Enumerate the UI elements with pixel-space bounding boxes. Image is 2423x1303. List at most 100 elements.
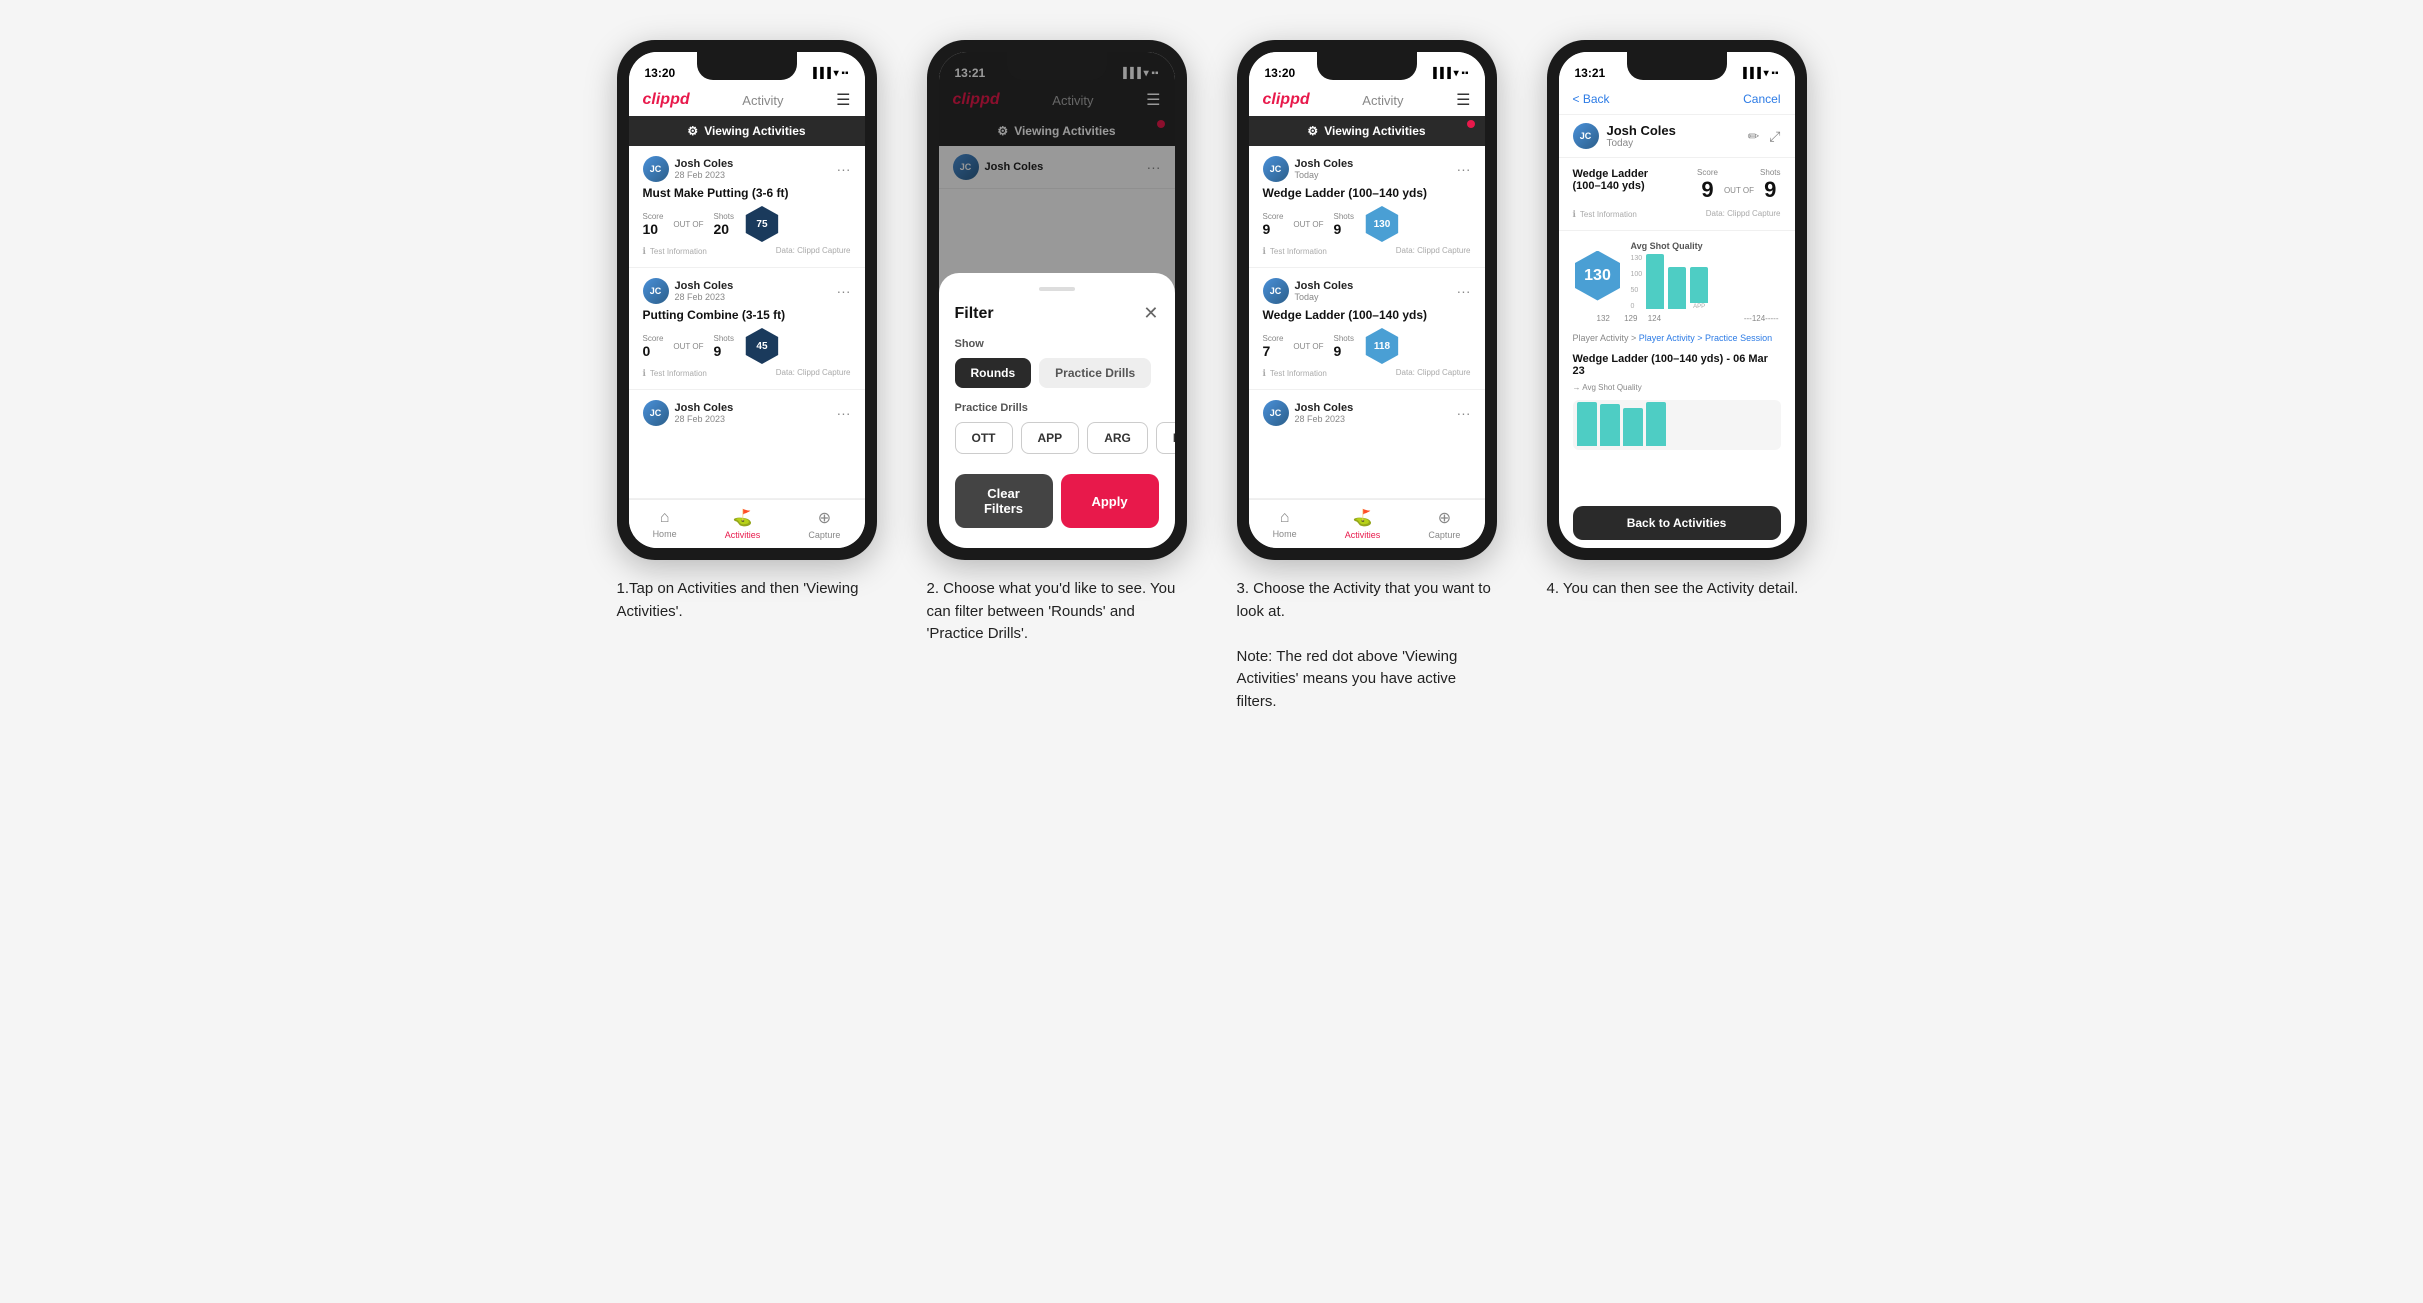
p4-avg-sub-label: → Avg Shot Quality: [1559, 381, 1795, 396]
p4-quality-value: 130: [1584, 267, 1611, 285]
phone-1-view-activities[interactable]: ⚙ Viewing Activities: [629, 116, 865, 146]
phone-3-navbar: clippd Activity ☰: [1249, 84, 1485, 116]
phone-2-frame: 13:21 ▐▐▐ ▾ ▪▪ clippd Activity ☰ ⚙ Viewi…: [927, 40, 1187, 560]
phone-1-menu-icon[interactable]: ☰: [836, 90, 850, 110]
back-to-activities-button[interactable]: Back to Activities: [1573, 506, 1781, 540]
phone-3-block: 13:20 ▐▐▐ ▾ ▪▪ clippd Activity ☰ ⚙ Viewi…: [1227, 40, 1507, 713]
card3-more-icon[interactable]: ···: [837, 405, 851, 421]
drill-score-row: Wedge Ladder (100–140 yds) Score 9 OUT O…: [1573, 168, 1781, 203]
p4-bar-labels: 132 129 124 ---124-----: [1573, 314, 1781, 323]
p4-score-col-label: Score: [1697, 168, 1718, 177]
avatar-p4: JC: [1573, 123, 1599, 149]
caption-3: 3. Choose the Activity that you want to …: [1237, 578, 1497, 713]
bar-1: [1646, 254, 1664, 309]
ott-btn[interactable]: OTT: [955, 422, 1013, 454]
nav-capture-1[interactable]: ⊕ Capture: [808, 508, 840, 540]
card2-username: Josh Coles: [675, 280, 734, 292]
nav-home-1[interactable]: ⌂ Home: [653, 509, 677, 539]
phone-3-card-2[interactable]: JC Josh Coles Today ··· Wedge Ladder (10…: [1249, 268, 1485, 390]
phone-4-drill-section: Wedge Ladder (100–140 yds) Score 9 OUT O…: [1559, 158, 1795, 231]
phone-1-logo: clippd: [643, 91, 690, 109]
expand-icon[interactable]: ⤢: [1769, 128, 1780, 145]
p4-info-text: Test Information: [1580, 210, 1637, 219]
clear-filters-btn[interactable]: Clear Filters: [955, 474, 1053, 528]
quality-hexagon-lg: 130: [1573, 251, 1623, 301]
p4-shots-col-label: Shots: [1760, 168, 1780, 177]
p4-userdate: Today: [1607, 138, 1676, 149]
p4-session-label: Player Activity > Player Activity > Prac…: [1559, 329, 1795, 347]
card2-more-icon[interactable]: ···: [837, 283, 851, 299]
phone-4-block: 13:21 ▐▐▐ ▾ ▪▪ < Back Cancel JC Josh Col…: [1537, 40, 1817, 601]
phone-1-va-label: Viewing Activities: [704, 124, 805, 138]
card1-outof: OUT OF: [673, 220, 703, 229]
mini-bar-4: [1646, 402, 1666, 446]
p3-c2-quality-badge: 118: [1364, 328, 1400, 364]
p3-c1-data: Data: Clippd Capture: [1396, 246, 1471, 257]
show-label: Show: [955, 338, 1159, 350]
nav-capture-label-3: Capture: [1428, 530, 1460, 540]
phone-2-notch: [1007, 52, 1107, 80]
putt-btn[interactable]: PUTT: [1156, 422, 1175, 454]
detail-action-icons: ✏ ⤢: [1748, 128, 1781, 145]
p3-c1-score-label: Score: [1263, 212, 1284, 221]
cancel-button[interactable]: Cancel: [1743, 92, 1780, 106]
phone-3-card-3[interactable]: JC Josh Coles 28 Feb 2023 ···: [1249, 390, 1485, 499]
avatar-p3-2: JC: [1263, 278, 1289, 304]
phone-1-signal: ▐▐▐ ▾ ▪▪: [810, 68, 849, 79]
phone-3-card2-user: JC Josh Coles Today: [1263, 278, 1354, 304]
p4-outof: OUT OF: [1724, 186, 1754, 195]
app-btn[interactable]: APP: [1021, 422, 1080, 454]
p3-c1-quality-badge: 130: [1364, 206, 1400, 242]
p3-c2-quality-value: 118: [1374, 341, 1390, 352]
back-button[interactable]: < Back: [1573, 92, 1610, 106]
phone-1-nav-title: Activity: [742, 93, 783, 108]
edit-icon[interactable]: ✏: [1748, 128, 1760, 145]
phone-1-card2-user: JC Josh Coles 28 Feb 2023: [643, 278, 734, 304]
practice-drills-btn[interactable]: Practice Drills: [1039, 358, 1151, 388]
nav-home-3[interactable]: ⌂ Home: [1273, 509, 1297, 539]
phone-1-navbar: clippd Activity ☰: [629, 84, 865, 116]
nav-capture-3[interactable]: ⊕ Capture: [1428, 508, 1460, 540]
phone-3-notch: [1317, 52, 1417, 80]
phone-1-bottom-nav: ⌂ Home ⛳ Activities ⊕ Capture: [629, 499, 865, 548]
phone-3-card-1[interactable]: JC Josh Coles Today ··· Wedge Ladder (10…: [1249, 146, 1485, 268]
red-dot-3: [1467, 120, 1475, 128]
phone-2-block: 13:21 ▐▐▐ ▾ ▪▪ clippd Activity ☰ ⚙ Viewi…: [917, 40, 1197, 646]
p3-c1-quality-value: 130: [1374, 219, 1391, 230]
p3-card1-more[interactable]: ···: [1457, 161, 1471, 177]
card1-info: Test Information: [650, 247, 707, 256]
p4-activity-label: Player Activity > Practice Session: [1639, 333, 1772, 343]
avatar-p3-3: JC: [1263, 400, 1289, 426]
card1-more-icon[interactable]: ···: [837, 161, 851, 177]
p3-c1-outof: OUT OF: [1293, 220, 1323, 229]
nav-home-label-3: Home: [1273, 529, 1297, 539]
modal-close-icon[interactable]: ✕: [1143, 303, 1158, 324]
phone-3-view-activities[interactable]: ⚙ Viewing Activities: [1249, 116, 1485, 146]
phone-1-time: 13:20: [645, 66, 676, 80]
phone-4-detail-header: < Back Cancel: [1559, 84, 1795, 115]
nav-activities-1[interactable]: ⛳ Activities: [725, 508, 761, 540]
modal-title: Filter: [955, 305, 994, 323]
p3-card3-more[interactable]: ···: [1457, 405, 1471, 421]
phone-3-signal: ▐▐▐ ▾ ▪▪: [1430, 68, 1469, 79]
arg-btn[interactable]: ARG: [1087, 422, 1148, 454]
nav-activities-3[interactable]: ⛳ Activities: [1345, 508, 1381, 540]
phone-3-menu-icon[interactable]: ☰: [1456, 90, 1470, 110]
phone-1-frame: 13:20 ▐▐▐ ▾ ▪▪ clippd Activity ☰ ⚙ Viewi…: [617, 40, 877, 560]
apply-btn[interactable]: Apply: [1061, 474, 1159, 528]
card2-title: Putting Combine (3-15 ft): [643, 308, 851, 322]
p3-c1-shots-value: 9: [1333, 221, 1353, 237]
phone-1-card-2[interactable]: JC Josh Coles 28 Feb 2023 ··· Putting Co…: [629, 268, 865, 390]
phone-1-card-3[interactable]: JC Josh Coles 28 Feb 2023 ···: [629, 390, 865, 499]
card1-quality-badge: 75: [744, 206, 780, 242]
phone-3-frame: 13:20 ▐▐▐ ▾ ▪▪ clippd Activity ☰ ⚙ Viewi…: [1237, 40, 1497, 560]
p3-c1-info: Test Information: [1270, 247, 1327, 256]
phone-1-card-1[interactable]: JC Josh Coles 28 Feb 2023 ··· Must Make …: [629, 146, 865, 268]
p3-card2-more[interactable]: ···: [1457, 283, 1471, 299]
card1-shots-label: Shots: [713, 212, 733, 221]
card3-username: Josh Coles: [675, 402, 734, 414]
rounds-btn[interactable]: Rounds: [955, 358, 1032, 388]
filter-icon-3: ⚙: [1307, 124, 1318, 138]
p3-card1-title: Wedge Ladder (100–140 yds): [1263, 186, 1471, 200]
nav-activities-label-3: Activities: [1345, 530, 1381, 540]
